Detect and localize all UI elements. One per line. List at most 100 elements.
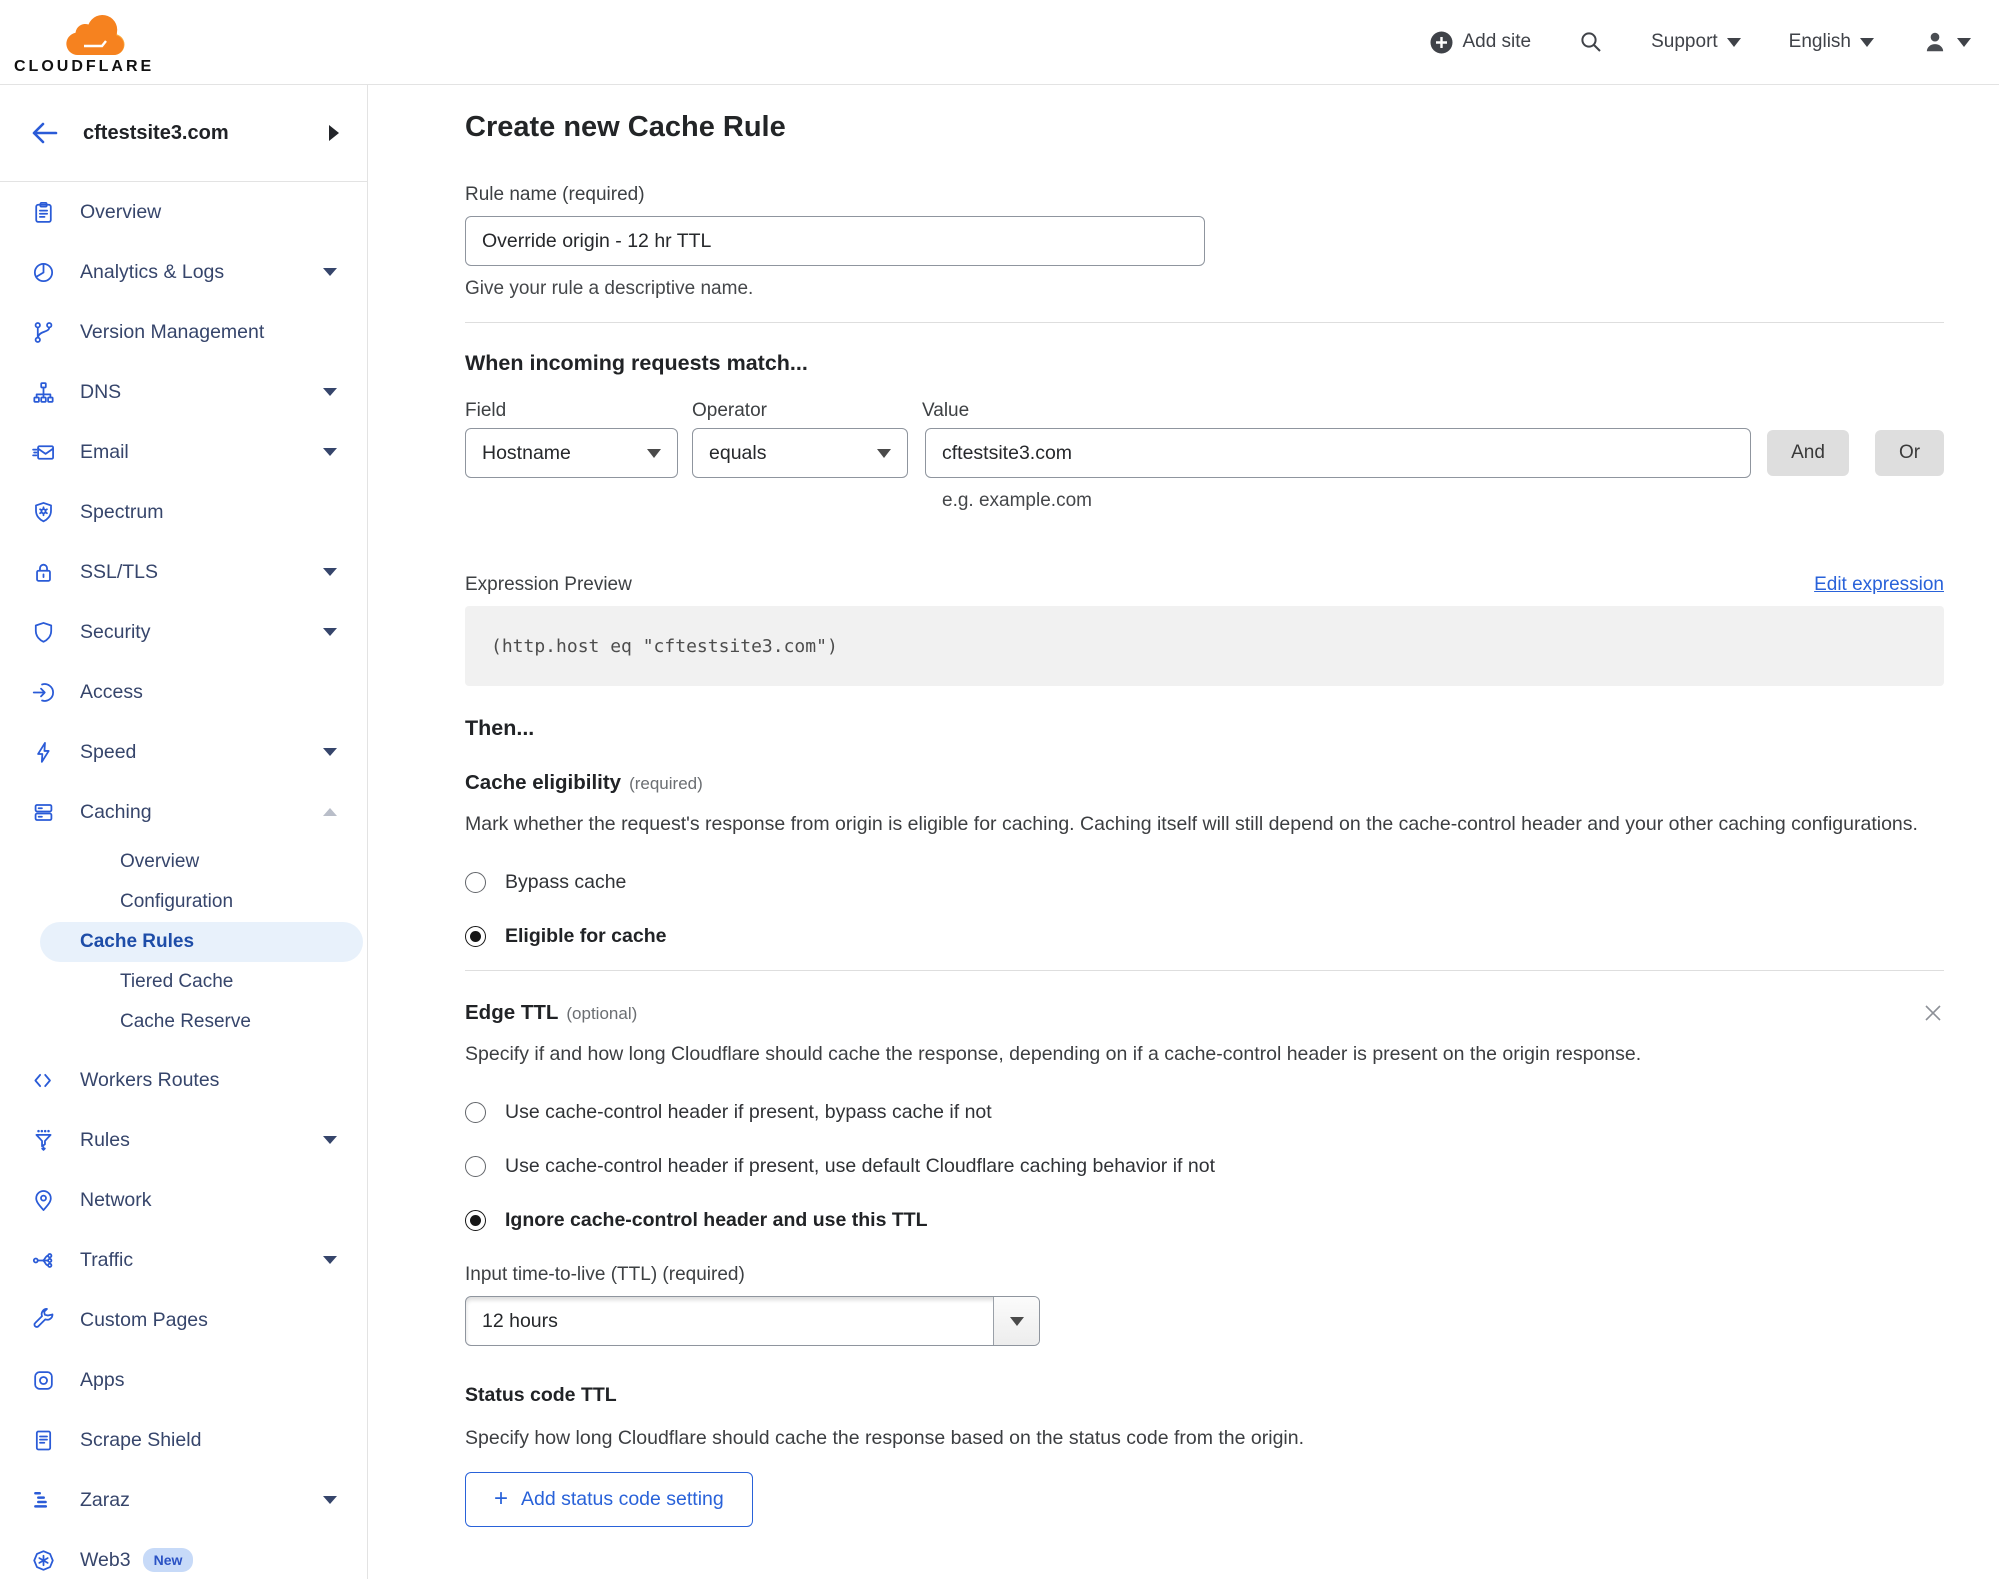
sidebar-item-zaraz[interactable]: Zaraz	[0, 1470, 367, 1530]
sidebar-item-scrape-shield[interactable]: Scrape Shield	[0, 1410, 367, 1470]
and-button[interactable]: And	[1767, 430, 1849, 476]
plus-circle-icon	[1430, 31, 1453, 53]
expression-preview-label: Expression Preview	[465, 574, 632, 595]
dns-icon	[30, 379, 56, 405]
sidebar-item-version-management[interactable]: Version Management	[0, 302, 367, 362]
select-caret-button[interactable]	[993, 1297, 1039, 1345]
page-title: Create new Cache Rule	[465, 111, 786, 143]
ttl-select[interactable]: 12 hours	[465, 1296, 1040, 1346]
security-icon	[30, 619, 56, 645]
chevron-down-icon	[1957, 37, 1971, 47]
sidebar-item-traffic[interactable]: Traffic	[0, 1230, 367, 1290]
radio-unselected	[465, 872, 486, 893]
chevron-down-icon	[1860, 37, 1874, 47]
sidebar-item-speed[interactable]: Speed	[0, 722, 367, 782]
user-icon	[1926, 32, 1944, 52]
cloudflare-logo[interactable]: CLOUDFLARE	[14, 9, 154, 76]
chevron-down-icon	[323, 568, 337, 576]
account-menu[interactable]	[1922, 29, 1971, 55]
match-heading: When incoming requests match...	[465, 351, 808, 375]
sidebar-item-label: Speed	[80, 740, 137, 763]
custom-pages-icon	[30, 1307, 56, 1333]
chevron-down-icon	[1009, 1316, 1024, 1326]
radio-unselected	[465, 1102, 486, 1123]
sidebar-subitem-tiered-cache[interactable]: Tiered Cache	[40, 962, 363, 1002]
sidebar-item-dns[interactable]: DNS	[0, 362, 367, 422]
operator-label: Operator	[692, 400, 767, 421]
sidebar-item-ssl-tls[interactable]: SSL/TLS	[0, 542, 367, 602]
back-arrow-icon[interactable]	[30, 121, 58, 145]
sidebar-subitem-cache-rules[interactable]: Cache Rules	[40, 922, 363, 962]
field-label: Field	[465, 400, 507, 421]
radio-selected	[465, 1210, 486, 1231]
sidebar-item-rules[interactable]: Rules	[0, 1110, 367, 1170]
sidebar-item-email[interactable]: Email	[0, 422, 367, 482]
chevron-up-icon	[323, 808, 337, 816]
edit-expression-link[interactable]: Edit expression	[1814, 574, 1944, 596]
chevron-right-icon[interactable]	[329, 125, 339, 141]
optional-tag: (optional)	[566, 1004, 638, 1023]
operator-select[interactable]: equals	[692, 428, 908, 478]
sidebar-subitem-overview[interactable]: Overview	[40, 842, 363, 882]
support-menu[interactable]: Support	[1651, 31, 1741, 53]
add-status-code-button[interactable]: + Add status code setting	[465, 1472, 753, 1527]
radio-use-cache-control-header-if-present-use-default-cloudflare-caching-behavior-if-not[interactable]: Use cache-control header if present, use…	[465, 1155, 1944, 1178]
sidebar-item-workers-routes[interactable]: Workers Routes	[0, 1050, 367, 1110]
value-input[interactable]	[925, 428, 1751, 478]
search-icon	[1581, 32, 1601, 52]
rules-icon	[30, 1127, 56, 1153]
sidebar-item-access[interactable]: Access	[0, 662, 367, 722]
status-code-ttl-description: Specify how long Cloudflare should cache…	[465, 1427, 1305, 1449]
chevron-down-icon	[323, 268, 337, 276]
language-menu[interactable]: English	[1789, 31, 1874, 53]
sidebar-item-custom-pages[interactable]: Custom Pages	[0, 1290, 367, 1350]
support-label: Support	[1651, 31, 1718, 52]
sidebar-item-label: Workers Routes	[80, 1068, 220, 1091]
sidebar-item-analytics-logs[interactable]: Analytics & Logs	[0, 242, 367, 302]
radio-bypass-cache[interactable]: Bypass cache	[465, 871, 1944, 894]
sidebar-item-web3[interactable]: Web3 New	[0, 1530, 367, 1579]
search-button[interactable]	[1579, 30, 1603, 54]
chevron-down-icon	[1726, 37, 1741, 47]
radio-ignore-cache-control-header-and-use-this-ttl[interactable]: Ignore cache-control header and use this…	[465, 1209, 1944, 1232]
sidebar-subitem-label: Overview	[120, 851, 200, 872]
chevron-down-icon	[323, 1256, 337, 1264]
network-icon	[30, 1187, 56, 1213]
close-icon[interactable]	[1922, 1002, 1944, 1024]
sidebar-item-apps[interactable]: Apps	[0, 1350, 367, 1410]
or-button[interactable]: Or	[1875, 430, 1944, 476]
sidebar-item-spectrum[interactable]: Spectrum	[0, 482, 367, 542]
sidebar-item-security[interactable]: Security	[0, 602, 367, 662]
site-name[interactable]: cftestsite3.com	[83, 122, 329, 145]
radio-use-cache-control-header-if-present-bypass-cache-if-not[interactable]: Use cache-control header if present, byp…	[465, 1101, 1944, 1124]
radio-label: Use cache-control header if present, byp…	[505, 1101, 992, 1123]
rule-name-input[interactable]	[465, 216, 1205, 266]
main-content: Create new Cache Rule Rule name (require…	[368, 85, 1999, 1579]
chevron-down-icon	[323, 628, 337, 636]
field-select[interactable]: Hostname	[465, 428, 678, 478]
plus-icon: +	[494, 1484, 509, 1512]
sidebar-subitem-label: Cache Rules	[80, 931, 195, 952]
language-label: English	[1788, 31, 1851, 52]
sidebar-subitem-cache-reserve[interactable]: Cache Reserve	[40, 1002, 363, 1042]
header-controls: Add site Support English	[1430, 29, 1971, 55]
chevron-down-icon	[323, 388, 337, 396]
cloudflare-cloud-icon	[66, 14, 125, 55]
sidebar-subitem-configuration[interactable]: Configuration	[40, 882, 363, 922]
add-site-button[interactable]: Add site	[1430, 31, 1531, 54]
traffic-icon	[30, 1247, 56, 1273]
expression-code: (http.host eq "cftestsite3.com")	[491, 635, 838, 657]
radio-selected	[465, 926, 486, 947]
web3-icon	[30, 1547, 56, 1573]
value-label: Value	[922, 400, 970, 421]
cache-eligibility-options: Bypass cache Eligible for cache	[465, 871, 1944, 948]
radio-label: Ignore cache-control header and use this…	[505, 1209, 928, 1231]
sidebar-item-label: SSL/TLS	[80, 560, 159, 583]
sidebar-item-overview[interactable]: Overview	[0, 182, 367, 242]
radio-eligible-for-cache[interactable]: Eligible for cache	[465, 925, 1944, 948]
cache-eligibility-heading: Cache eligibility (required)	[465, 771, 703, 794]
ttl-input-label: Input time-to-live (TTL) (required)	[465, 1264, 745, 1285]
sidebar-item-label: Custom Pages	[80, 1308, 208, 1331]
sidebar-item-caching[interactable]: Caching	[0, 782, 367, 842]
sidebar-item-network[interactable]: Network	[0, 1170, 367, 1230]
